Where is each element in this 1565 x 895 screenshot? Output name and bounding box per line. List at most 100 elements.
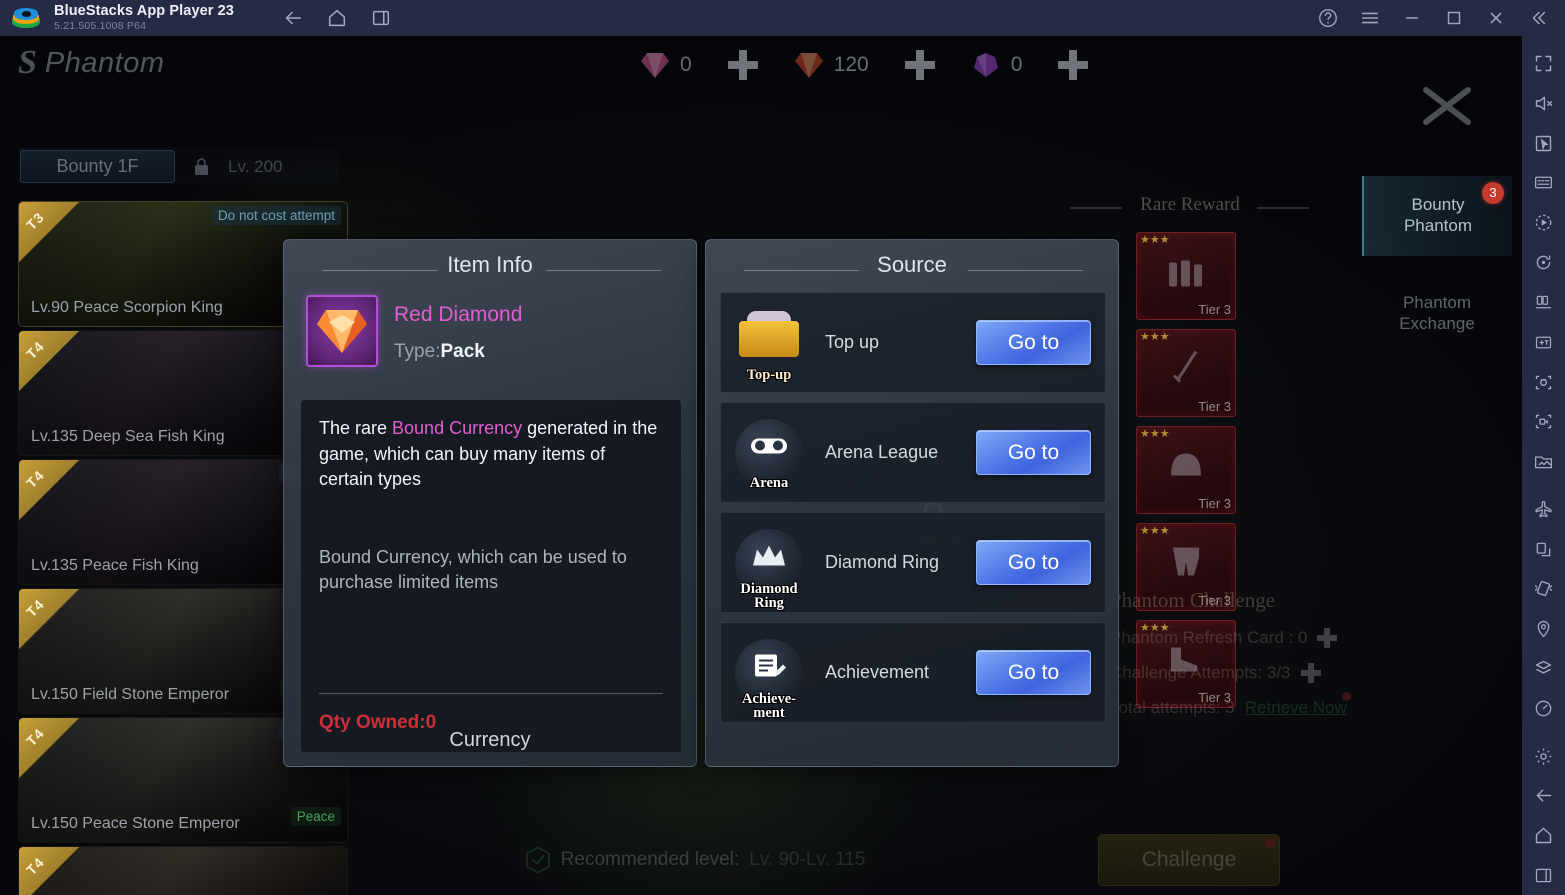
qty-divider [319,693,663,694]
shake-icon[interactable] [1524,570,1564,609]
goto-button-achievement[interactable]: Go to [976,650,1091,695]
achievement-scroll-icon: Achieve- ment [735,638,803,720]
install-apk-icon[interactable] [1524,323,1564,362]
red-diamond-item-icon [306,295,378,367]
retrieve-now-label: Retrieve Now [1244,698,1347,717]
add-purple-crystal-button[interactable] [1058,50,1089,80]
arena-caption: Arena [749,475,789,491]
tab-bounty-phantom[interactable]: Bounty Phantom 3 [1362,176,1512,256]
monster-name: Lv.135 Peace Fish King [31,557,199,575]
desc-highlight: Bound Currency [392,418,523,438]
multi-instance-icon[interactable] [1524,283,1564,322]
phantom-challenge-panel: Phantom Challenge Phantom Refresh Card :… [1110,588,1510,718]
macro-play-icon[interactable] [1524,203,1564,242]
goto-button-arena[interactable]: Go to [976,430,1091,475]
game-logo: S Phantom [18,46,165,80]
location-icon[interactable] [1524,609,1564,648]
tier-badge: T3 [19,202,81,264]
arena-gamepad-icon: Arena [735,418,803,490]
goto-button-diamond-ring[interactable]: Go to [976,540,1091,585]
goto-label: Go to [1007,440,1060,464]
source-row-diamond-ring: Diamond Ring Diamond Ring Go to [720,512,1106,613]
add-refresh-card-button[interactable] [1317,628,1338,648]
screenshot-icon[interactable] [1524,363,1564,402]
add-pink-diamond-button[interactable] [727,50,758,80]
copy-icon[interactable] [1524,530,1564,569]
layers-icon[interactable] [1524,649,1564,688]
menu-icon[interactable] [1359,7,1381,29]
helmet-icon [1165,445,1207,488]
record-screen-icon[interactable] [1524,402,1564,441]
collapse-icon[interactable] [1527,7,1549,29]
rare-reward-rule-left [1070,207,1122,209]
goto-button-topup[interactable]: Go to [976,320,1091,365]
phantom-challenge-title: Phantom Challenge [1110,588,1276,612]
recents-icon[interactable] [370,7,392,29]
game-logo-text: Phantom [44,46,165,79]
challenge-attempts-label: Challenge Attempts: 3/3 [1110,663,1291,682]
source-rule-left [744,270,859,271]
status-badge: 3 [1482,182,1504,204]
total-attempts-row: Total attempts: 3 Retrieve Now [1110,692,1510,718]
source-rule-right [968,270,1083,271]
item-category-footer: Currency [449,729,531,751]
currency-pink-diamond: 0 [640,51,692,79]
item-description-box: The rare Bound Currency generated in the… [301,400,681,752]
airplane-mode-icon[interactable] [1524,490,1564,529]
settings-gear-icon[interactable] [1524,737,1564,776]
fullscreen-icon[interactable] [1524,44,1564,83]
diamond-ring-caption-l2: Ring [754,595,784,611]
item-meta: Red Diamond Type:Pack [394,295,522,367]
tier-badge: T4 [19,460,81,522]
android-home-icon[interactable] [1524,816,1564,855]
monster-name: Lv.90 Peace Scorpion King [31,299,223,317]
cursor-icon[interactable] [1524,124,1564,163]
rare-card-stars: ★★★ [1140,428,1170,440]
android-back-icon[interactable] [1524,777,1564,816]
item-info-rule-right [546,270,661,271]
monster-name: Lv.135 Deep Sea Fish King [31,428,225,446]
lock-icon [193,157,210,176]
monster-tag-attempt: Do not cost attempt [211,206,341,225]
pink-diamond-icon [640,51,670,79]
mute-icon[interactable] [1524,84,1564,123]
rare-reward-card[interactable]: ★★★ Tier 3 [1136,426,1236,514]
add-attempts-button[interactable] [1300,663,1321,683]
challenge-attempts-row: Challenge Attempts: 3/3 [1110,663,1510,683]
topup-cart-icon: Top-up [735,309,803,382]
diamond-ring-crown-icon: Diamond Ring [735,528,803,610]
rotate-icon[interactable] [1524,243,1564,282]
diamond-ring-caption: Diamond Ring [740,581,797,611]
rare-card-stars: ★★★ [1140,331,1170,343]
help-icon[interactable] [1317,7,1339,29]
add-red-diamond-button[interactable] [904,50,935,80]
rail-divider [1533,729,1555,736]
currency-red-diamond: 120 [794,51,869,79]
back-icon[interactable] [282,7,304,29]
minimize-icon[interactable] [1401,7,1423,29]
tab-bounty-1f[interactable]: Bounty 1F [20,150,175,183]
monster-name: Lv.150 Peace Stone Emperor [31,815,240,833]
red-diamond-value: 120 [833,53,869,76]
phantom-refresh-card-row: Phantom Refresh Card : 0 [1110,628,1510,648]
close-game-icon[interactable] [1416,84,1478,128]
source-row-arena-label: Arena League [825,442,939,462]
android-recents-icon[interactable] [1524,856,1564,895]
close-icon[interactable] [1485,7,1507,29]
tab-phantom-exchange[interactable]: Phantom Exchange [1362,274,1512,354]
keyboard-controls-icon[interactable] [1524,163,1564,202]
performance-icon[interactable] [1524,689,1564,728]
tier-badge-label: T4 [23,337,48,363]
home-icon[interactable] [326,7,348,29]
retrieve-now-link[interactable]: Retrieve Now [1244,692,1351,718]
armor-set-icon [1163,250,1209,295]
media-manager-icon[interactable] [1524,442,1564,481]
check-hex-icon [525,846,551,874]
goto-label: Go to [1007,660,1060,684]
maximize-icon[interactable] [1443,7,1465,29]
tab-bounty-1f-label: Bounty 1F [56,156,139,176]
rare-reward-card[interactable]: ★★★ Tier 3 [1136,329,1236,417]
rare-reward-card[interactable]: ★★★ Tier 3 [1136,232,1236,320]
tier-badge-label: T4 [23,724,48,750]
desc-pre: The rare [319,418,393,438]
